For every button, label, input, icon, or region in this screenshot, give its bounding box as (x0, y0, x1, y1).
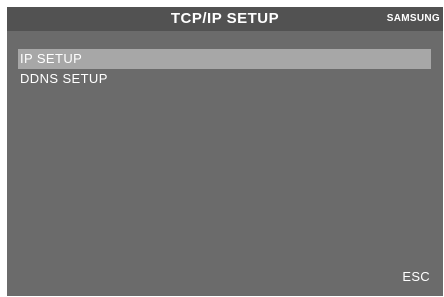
esc-button[interactable]: ESC (402, 269, 430, 284)
brand-logo: SAMSUNG (386, 13, 440, 24)
osd-screen: TCP/IP SETUP SAMSUNG IP SETUP DDNS SETUP… (7, 7, 443, 296)
menu-item-ddns-setup[interactable]: DDNS SETUP (18, 69, 431, 89)
header-bar: TCP/IP SETUP SAMSUNG (7, 7, 443, 31)
menu-item-ip-setup[interactable]: IP SETUP (18, 49, 431, 69)
page-title: TCP/IP SETUP (170, 10, 280, 27)
setup-menu: IP SETUP DDNS SETUP (18, 49, 431, 89)
